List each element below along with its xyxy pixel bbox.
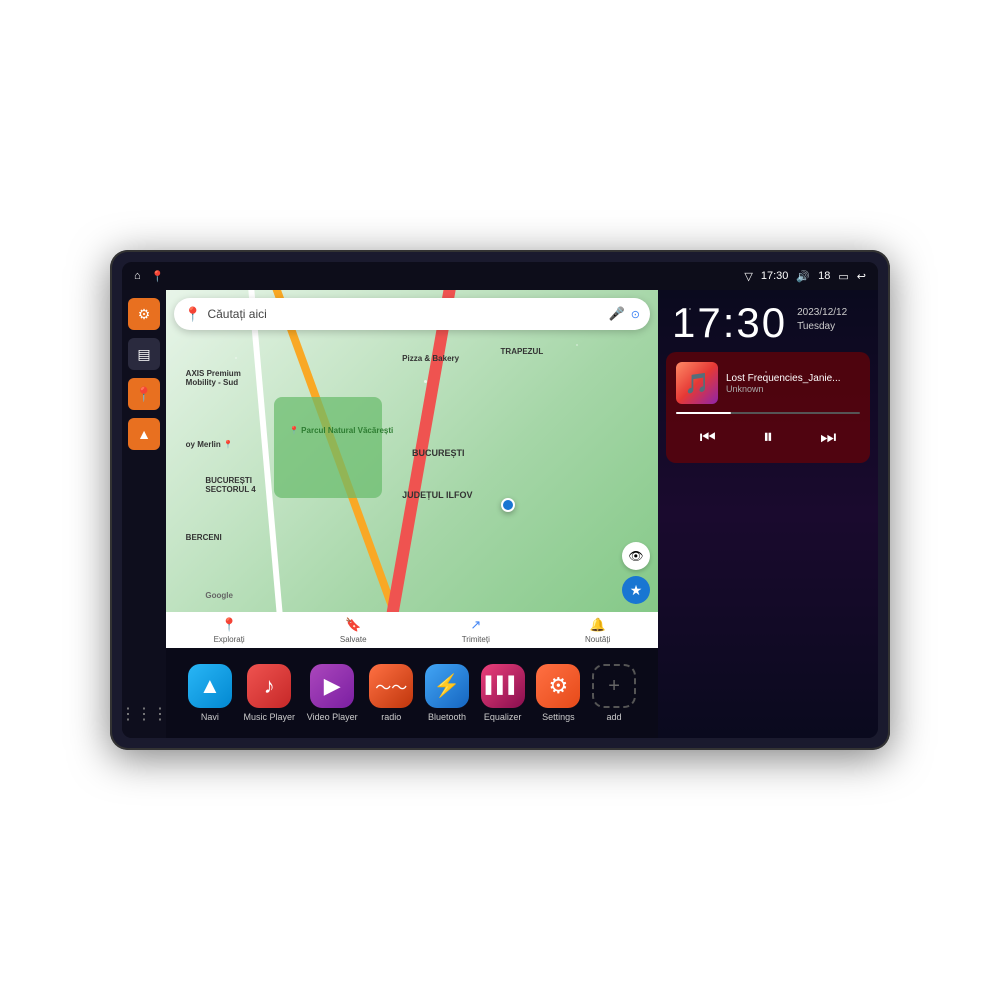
play-pause-button[interactable]: ⏸ <box>755 422 781 453</box>
map-star-button[interactable]: ★ <box>622 576 650 604</box>
music-icon: ♪ <box>247 664 291 708</box>
map-nav-explorați[interactable]: 📍 Explorați <box>214 617 245 644</box>
device: ⌂ 📍 ▽ 17:30 🔊 18 ▭ ↩ ⚙ ▤ 📍 ▲ ⋮⋮⋮ <box>110 250 890 750</box>
map-current-position <box>501 498 515 512</box>
trimiteti-label: Trimiteți <box>462 635 490 644</box>
battery-level: 18 <box>818 270 830 282</box>
back-icon[interactable]: ↩ <box>857 270 866 283</box>
app-music[interactable]: ♪ Music Player <box>244 664 296 722</box>
time-widget: 17:30 2023/12/12 Tuesday <box>658 290 878 352</box>
map-background: AXIS PremiumMobility - Sud Pizza & Baker… <box>166 290 658 648</box>
map-label-google: Google <box>205 591 233 600</box>
map-nav-noutati[interactable]: 🔔 Noutăți <box>585 617 610 644</box>
status-left: ⌂ 📍 <box>134 270 164 283</box>
map-label-bucuresti: BUCUREȘTI <box>412 448 465 458</box>
home-icon[interactable]: ⌂ <box>134 270 141 282</box>
prev-button[interactable]: ⏮ <box>692 423 724 452</box>
music-label: Music Player <box>244 712 296 722</box>
salvate-label: Salvate <box>340 635 367 644</box>
settings-icon: ⚙ <box>536 664 580 708</box>
app-radio[interactable]: 〜〜 radio <box>369 664 413 722</box>
explorați-label: Explorați <box>214 635 245 644</box>
map-eye-button[interactable]: 👁 <box>622 542 650 570</box>
sidebar-nav-button[interactable]: ▲ <box>128 418 160 450</box>
main-area: ⚙ ▤ 📍 ▲ ⋮⋮⋮ <box>122 290 878 738</box>
music-widget: 🎵 Lost Frequencies_Janie... Unknown ⏮ ⏸ … <box>666 352 870 463</box>
music-progress-bar[interactable] <box>676 412 860 414</box>
center-content: AXIS PremiumMobility - Sud Pizza & Baker… <box>166 290 658 738</box>
map-search-google-icon: 📍 <box>184 306 201 323</box>
music-text: Lost Frequencies_Janie... Unknown <box>726 373 860 394</box>
map-search-bar[interactable]: 📍 Căutați aici 🎤 ⊙ <box>174 298 650 330</box>
device-screen: ⌂ 📍 ▽ 17:30 🔊 18 ▭ ↩ ⚙ ▤ 📍 ▲ ⋮⋮⋮ <box>122 262 878 738</box>
map-label-pizza: Pizza & Bakery <box>402 354 459 363</box>
date: 2023/12/12 <box>797 306 847 320</box>
map-mic-icon[interactable]: 🎤 <box>609 306 625 322</box>
add-label: add <box>607 712 622 722</box>
map-label-sector4: BUCUREȘTISECTORUL 4 <box>205 476 255 494</box>
noutati-icon: 🔔 <box>590 617 606 633</box>
day: Tuesday <box>797 320 847 334</box>
app-video[interactable]: ▶ Video Player <box>307 664 358 722</box>
next-button[interactable]: ⏭ <box>812 423 844 452</box>
map-park <box>274 397 382 497</box>
video-icon: ▶ <box>310 664 354 708</box>
trimiteti-icon: ↗ <box>470 617 481 633</box>
music-controls: ⏮ ⏸ ⏭ <box>676 422 860 453</box>
app-bluetooth[interactable]: ⚡ Bluetooth <box>425 664 469 722</box>
right-panel: 17:30 2023/12/12 Tuesday 🎵 Lost Frequenc… <box>658 290 878 738</box>
map-label-berceni: BERCENI <box>186 533 222 542</box>
equalizer-label: Equalizer <box>484 712 522 722</box>
map-area[interactable]: AXIS PremiumMobility - Sud Pizza & Baker… <box>166 290 658 648</box>
time-display: 17:30 <box>672 302 787 344</box>
bluetooth-icon: ⚡ <box>425 664 469 708</box>
map-label-axis: AXIS PremiumMobility - Sud <box>186 369 241 387</box>
app-equalizer[interactable]: ▌▌▌ Equalizer <box>481 664 525 722</box>
map-nav-salvate[interactable]: 🔖 Salvate <box>340 617 367 644</box>
app-add[interactable]: + add <box>592 664 636 722</box>
map-search-input[interactable]: Căutați aici <box>207 307 602 321</box>
navi-label: Navi <box>201 712 219 722</box>
sidebar-files-button[interactable]: ▤ <box>128 338 160 370</box>
music-title: Lost Frequencies_Janie... <box>726 373 860 384</box>
status-bar: ⌂ 📍 ▽ 17:30 🔊 18 ▭ ↩ <box>122 262 878 290</box>
map-label-ilfov: JUDEȚUL ILFOV <box>402 490 472 500</box>
sidebar-settings-button[interactable]: ⚙ <box>128 298 160 330</box>
battery-icon: ▭ <box>838 270 848 283</box>
add-icon: + <box>592 664 636 708</box>
explorați-icon: 📍 <box>221 617 237 633</box>
map-nav-trimiteti[interactable]: ↗ Trimiteți <box>462 617 490 644</box>
radio-label: radio <box>381 712 401 722</box>
app-navi[interactable]: ▲ Navi <box>188 664 232 722</box>
status-time: 17:30 <box>761 270 789 282</box>
left-sidebar: ⚙ ▤ 📍 ▲ ⋮⋮⋮ <box>122 290 166 738</box>
music-artist: Unknown <box>726 384 860 394</box>
map-label-trapezului: TRAPEZUL <box>501 347 544 356</box>
salvate-icon: 🔖 <box>345 617 361 633</box>
album-art: 🎵 <box>676 362 718 404</box>
navi-icon: ▲ <box>188 664 232 708</box>
radio-icon: 〜〜 <box>369 664 413 708</box>
wifi-icon: ▽ <box>744 270 752 283</box>
map-label-parcul: 📍 Parcul Natural Văcărești <box>289 426 393 435</box>
clock: 17:30 <box>672 302 787 344</box>
map-label-merlin: oy Merlin 📍 <box>186 440 233 449</box>
map-icon[interactable]: 📍 <box>151 270 165 283</box>
music-progress-fill <box>676 412 731 414</box>
map-bottom-bar: 📍 Explorați 🔖 Salvate ↗ Trimiteți 🔔 <box>166 612 658 648</box>
sidebar-location-button[interactable]: 📍 <box>128 378 160 410</box>
noutati-label: Noutăți <box>585 635 610 644</box>
date-display: 2023/12/12 Tuesday <box>797 306 847 334</box>
sidebar-grid-button[interactable]: ⋮⋮⋮ <box>128 698 160 730</box>
bluetooth-label: Bluetooth <box>428 712 466 722</box>
status-right: ▽ 17:30 🔊 18 ▭ ↩ <box>744 270 866 283</box>
map-dot-icon[interactable]: ⊙ <box>631 308 640 321</box>
bottom-app-bar: ▲ Navi ♪ Music Player ▶ Video Player 〜〜 … <box>166 648 658 738</box>
settings-label: Settings <box>542 712 575 722</box>
music-info: 🎵 Lost Frequencies_Janie... Unknown <box>676 362 860 404</box>
equalizer-icon: ▌▌▌ <box>481 664 525 708</box>
video-label: Video Player <box>307 712 358 722</box>
volume-icon: 🔊 <box>796 270 810 283</box>
app-settings[interactable]: ⚙ Settings <box>536 664 580 722</box>
